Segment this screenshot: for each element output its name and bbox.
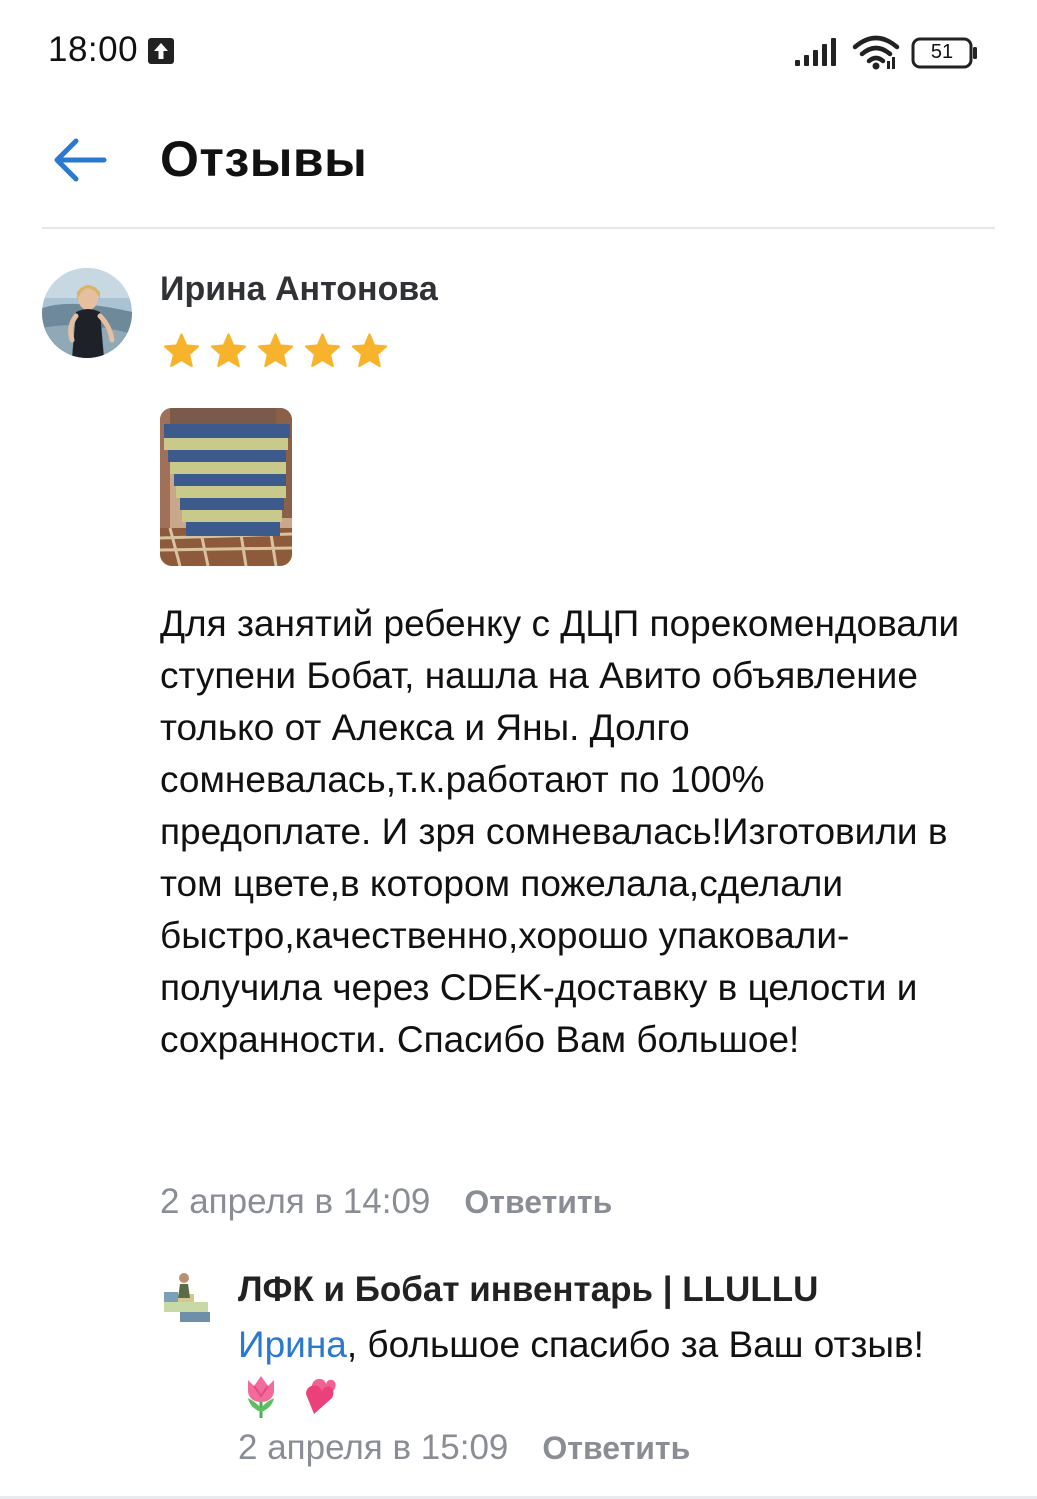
tulip-icon bbox=[248, 1376, 274, 1418]
page-title: Отзывы bbox=[160, 131, 368, 187]
star-icon bbox=[210, 333, 247, 368]
response-reply-button[interactable]: Ответить bbox=[542, 1430, 690, 1467]
review-text: Для занятий ребенку с ДЦП порекомендовал… bbox=[160, 603, 960, 1060]
response-date: 2 апреля в 15:09 bbox=[238, 1428, 509, 1467]
star-icon bbox=[351, 333, 388, 368]
star-icon bbox=[304, 333, 341, 368]
reviewer-name[interactable]: Ирина Антонова bbox=[160, 270, 438, 309]
response-message: , большое спасибо за Ваш отзыв! bbox=[346, 1324, 924, 1365]
star-rating bbox=[160, 330, 391, 373]
response-emojis bbox=[240, 1374, 340, 1418]
header: Отзывы bbox=[0, 100, 1037, 228]
review-date: 2 апреля в 14:09 bbox=[160, 1182, 431, 1221]
review-reply-button[interactable]: Ответить bbox=[464, 1184, 612, 1221]
star-icon bbox=[257, 333, 294, 368]
two-hearts-icon bbox=[306, 1378, 336, 1414]
status-time: 18:00 bbox=[48, 30, 139, 69]
community-logo bbox=[160, 1270, 216, 1326]
wifi-icon bbox=[852, 35, 900, 70]
reviewer-avatar[interactable] bbox=[42, 268, 132, 358]
cell-signal-icon bbox=[795, 38, 836, 66]
header-divider bbox=[42, 227, 995, 229]
community-avatar[interactable] bbox=[160, 1270, 216, 1326]
battery-level: 51 bbox=[930, 41, 954, 63]
review-photo[interactable] bbox=[160, 408, 292, 566]
response-text: Ирина, большое спасибо за Ваш отзыв! bbox=[238, 1320, 1008, 1370]
upload-arrow-icon bbox=[148, 38, 174, 64]
steps-photo bbox=[160, 408, 292, 566]
response-meta: 2 апреля в 15:09 Ответить bbox=[238, 1428, 690, 1468]
back-arrow-icon bbox=[54, 138, 107, 182]
back-button[interactable] bbox=[44, 130, 114, 190]
star-icon bbox=[163, 333, 200, 368]
mention-link[interactable]: Ирина bbox=[238, 1324, 347, 1365]
avatar-image bbox=[42, 268, 132, 358]
response-author[interactable]: ЛФК и Бобат инвентарь | LLULLU bbox=[238, 1270, 818, 1310]
status-bar: 18:00 51 bbox=[0, 0, 1037, 100]
review-meta: 2 апреля в 14:09 Ответить bbox=[160, 1182, 612, 1222]
